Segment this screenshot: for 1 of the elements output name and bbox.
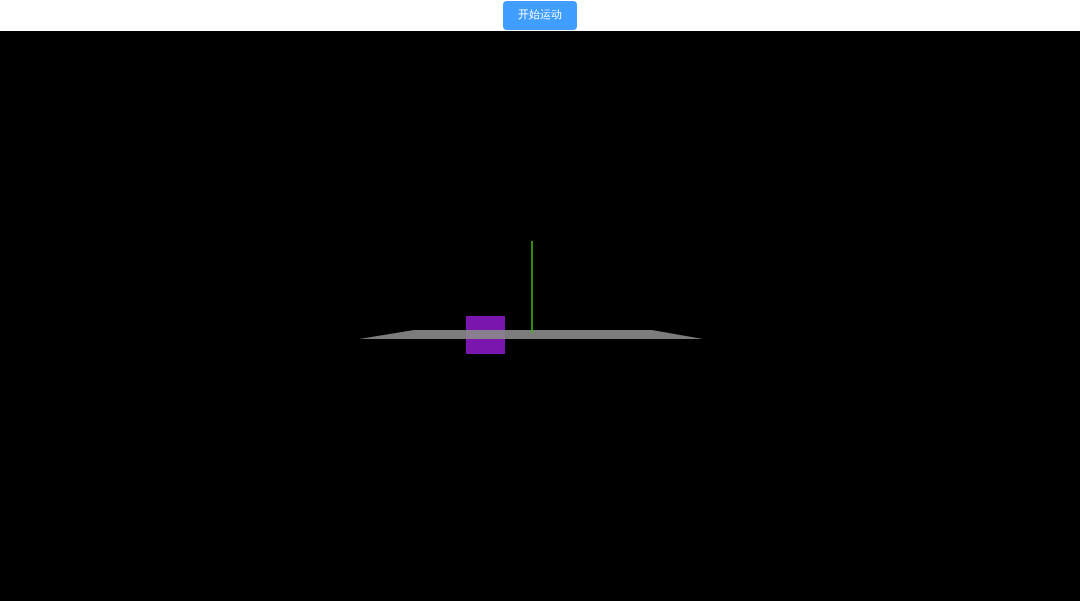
start-button[interactable]: 开始运动 [503,1,577,30]
